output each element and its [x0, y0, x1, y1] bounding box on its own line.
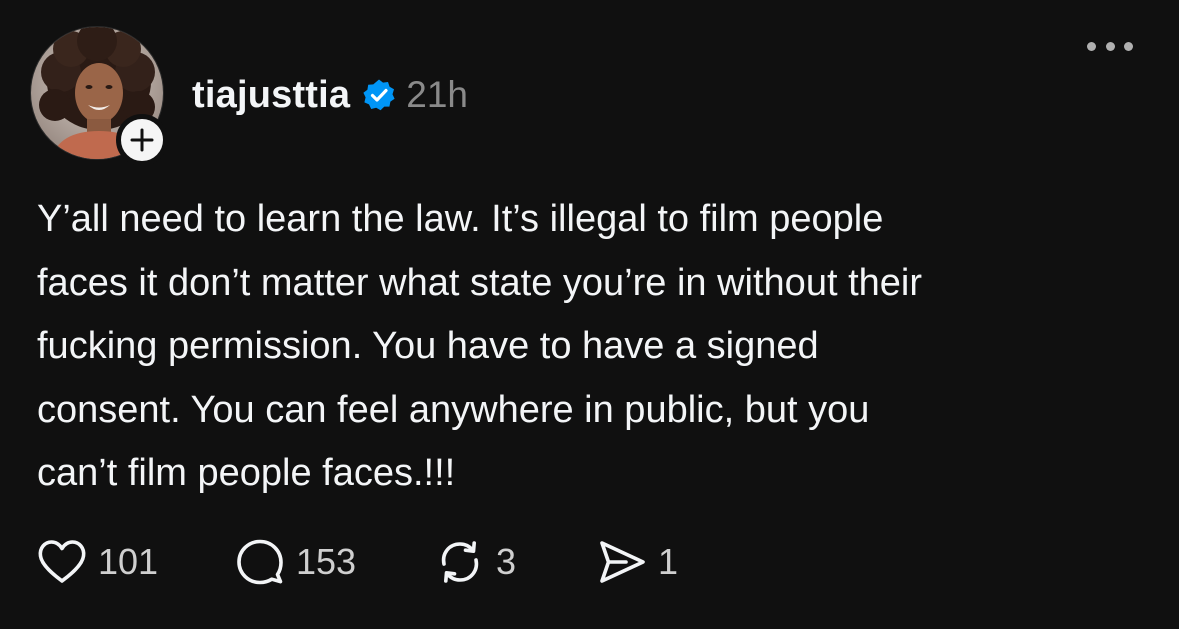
- post-text-line: consent. You can feel anywhere in public…: [37, 388, 870, 431]
- post-header: tiajusttia 21h: [192, 70, 468, 120]
- thread-post: tiajusttia 21h Y’all need to learn the l…: [0, 0, 1179, 629]
- reply-count: 153: [296, 541, 357, 582]
- send-icon: [596, 536, 648, 588]
- repost-count: 3: [496, 541, 517, 582]
- reply-button[interactable]: 153: [234, 534, 434, 590]
- more-horizontal-icon: [1087, 41, 1096, 51]
- more-options-button[interactable]: [1087, 32, 1133, 60]
- post-body: Y’all need to learn the law. It’s illega…: [37, 188, 1147, 506]
- like-count: 101: [98, 541, 159, 582]
- heart-icon: [36, 536, 88, 588]
- post-text-line: can’t film people faces.!!!: [37, 452, 456, 494]
- repost-icon: [434, 536, 486, 588]
- post-text-line: Y’all need to learn the law. It’s illega…: [37, 198, 884, 240]
- post-actions: 101 153 3 1: [36, 534, 678, 590]
- post-text-line: fucking permission. You have to have a s…: [37, 325, 819, 367]
- author-avatar-wrapper[interactable]: [30, 26, 168, 166]
- verified-badge-icon: [362, 78, 396, 112]
- author-username[interactable]: tiajusttia: [192, 74, 350, 117]
- post-text-line: faces it don’t matter what state you’re …: [37, 261, 922, 304]
- share-button[interactable]: 1: [596, 534, 678, 590]
- share-count: 1: [658, 541, 679, 582]
- more-horizontal-icon-dot: [1105, 41, 1115, 51]
- repost-button[interactable]: 3: [434, 534, 596, 590]
- post-timestamp: 21h: [406, 74, 468, 115]
- comment-icon: [234, 536, 286, 588]
- plus-icon: [130, 128, 154, 152]
- like-button[interactable]: 101: [36, 534, 234, 590]
- follow-button[interactable]: [116, 114, 168, 166]
- more-horizontal-icon-dot: [1124, 41, 1133, 51]
